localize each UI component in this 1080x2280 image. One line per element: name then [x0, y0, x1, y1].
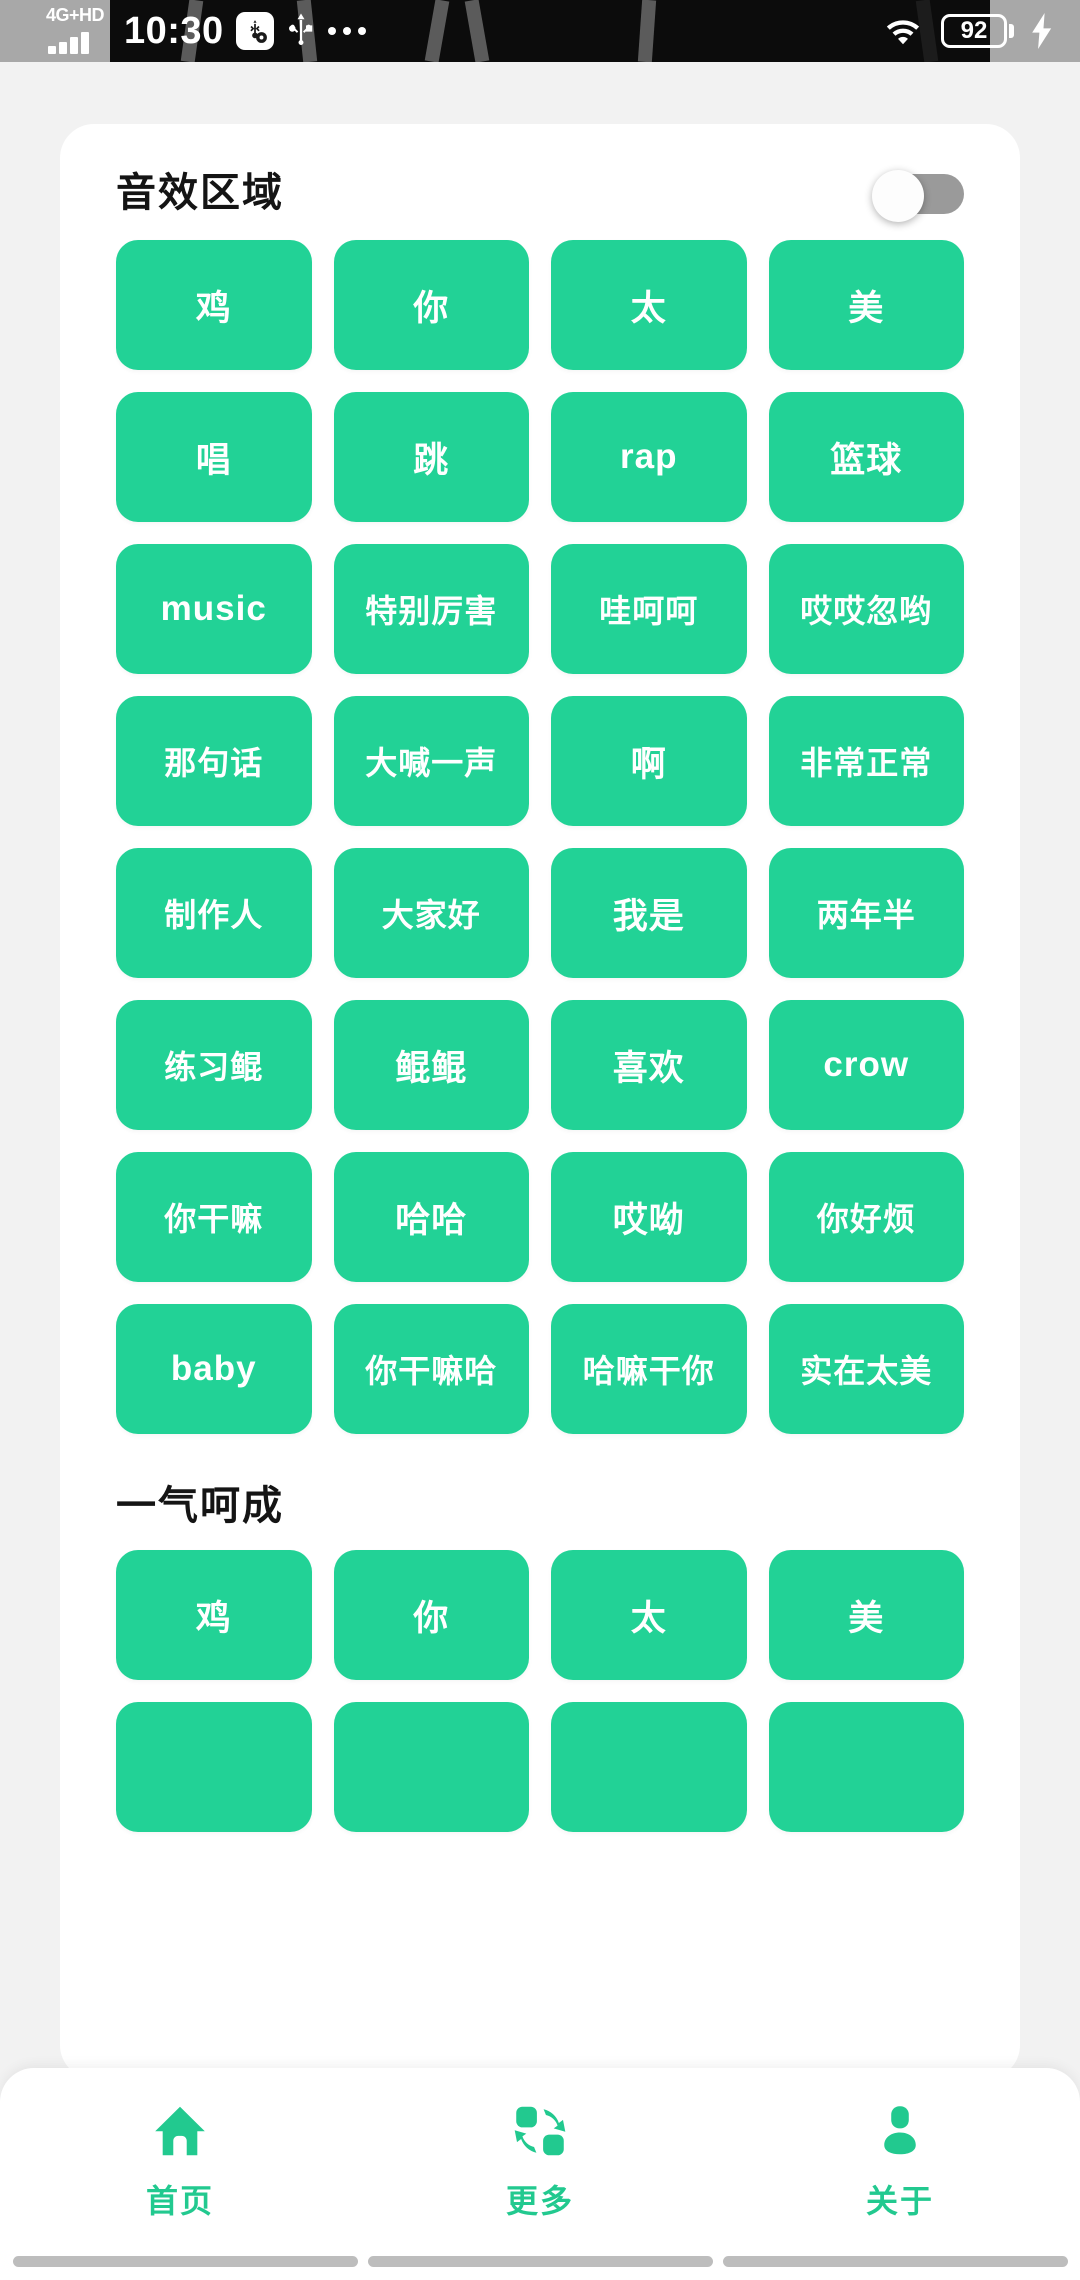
sfx-button[interactable]: 那句话 — [116, 696, 312, 826]
section-header-sound-area: 音效区域 — [60, 124, 1020, 222]
sfx-button[interactable]: 美 — [768, 240, 964, 370]
battery-level: 92 — [960, 17, 988, 44]
sfx-button[interactable]: 太 — [551, 1550, 747, 1680]
sfx-button[interactable]: 你好烦 — [768, 1152, 964, 1282]
sfx-button[interactable] — [116, 1702, 312, 1832]
sfx-button[interactable]: 大家好 — [333, 848, 529, 978]
signal-bars-icon — [48, 32, 89, 54]
sfx-button[interactable]: 美 — [768, 1550, 964, 1680]
sound-button-grid: 鸡 你 太 美 唱 跳 rap 篮球 music 特别厉害 哇呵呵 哎哎忽哟 那… — [60, 216, 1020, 1434]
sfx-button[interactable]: 鲲鲲 — [333, 1000, 529, 1130]
sfx-button[interactable]: 喜欢 — [551, 1000, 747, 1130]
sfx-button[interactable] — [551, 1702, 747, 1832]
nav-label: 首页 — [145, 2183, 214, 2219]
home-icon — [155, 2106, 205, 2156]
sfx-button[interactable]: 你 — [333, 1550, 529, 1680]
sfx-button[interactable]: 特别厉害 — [333, 544, 529, 674]
sfx-button[interactable] — [768, 1702, 964, 1832]
person-icon — [884, 2106, 916, 2155]
nav-item-home[interactable]: 首页 — [80, 2100, 280, 2222]
one-breath-button-grid: 鸡 你 太 美 — [60, 1526, 1020, 1832]
sfx-button[interactable]: music — [116, 544, 312, 674]
sfx-button[interactable]: crow — [768, 1000, 964, 1130]
sound-area-toggle[interactable] — [872, 170, 964, 222]
sfx-button[interactable]: 跳 — [333, 392, 529, 522]
sfx-button[interactable]: 唱 — [116, 392, 312, 522]
status-bar: 4G+HD 10:30 92 — [0, 0, 1080, 62]
battery-icon: 92 — [941, 14, 1014, 48]
swap-icon — [514, 2106, 566, 2156]
charging-bolt-icon — [1032, 13, 1052, 49]
status-bar-left: 4G+HD 10:30 — [46, 4, 366, 58]
sfx-button[interactable]: 啊 — [551, 696, 747, 826]
sfx-button[interactable]: 我是 — [551, 848, 747, 978]
sfx-button[interactable]: 制作人 — [116, 848, 312, 978]
nav-item-more[interactable]: 更多 — [440, 2100, 640, 2222]
wifi-icon — [886, 20, 920, 45]
nav-label: 更多 — [505, 2183, 574, 2219]
sfx-button[interactable]: 非常正常 — [768, 696, 964, 826]
signal-icon: 4G+HD — [46, 4, 112, 58]
section-header-one-breath: 一气呵成 — [60, 1434, 1020, 1526]
sfx-button[interactable]: 你干嘛哈 — [333, 1304, 529, 1434]
overflow-dots-icon — [327, 27, 366, 35]
sfx-button[interactable]: 实在太美 — [768, 1304, 964, 1434]
network-label: 4G+HD — [46, 5, 105, 25]
bottom-navigation-bar: 首页 更多 关于 — [0, 2068, 1080, 2280]
gesture-bar-back[interactable] — [12, 2255, 358, 2267]
sfx-button[interactable]: 练习鲲 — [116, 1000, 312, 1130]
gesture-bar-recents[interactable] — [722, 2255, 1068, 2267]
phone-screen: 4G+HD 10:30 92 音效区域 鸡 你 太 美 唱 跳 rap 篮球 m… — [0, 0, 1080, 2280]
sfx-button[interactable]: baby — [116, 1304, 312, 1434]
sfx-button[interactable]: 你 — [333, 240, 529, 370]
sfx-button[interactable]: 哇呵呵 — [551, 544, 747, 674]
sfx-button[interactable]: 两年半 — [768, 848, 964, 978]
sfx-button[interactable]: 鸡 — [116, 1550, 312, 1680]
sfx-button[interactable]: 篮球 — [768, 392, 964, 522]
gesture-navigation-bar — [0, 2250, 1080, 2272]
sfx-button[interactable]: 哎呦 — [551, 1152, 747, 1282]
status-bar-right: 92 — [881, 0, 1054, 62]
sfx-button[interactable] — [333, 1702, 529, 1832]
section-title: 音效区域 — [116, 171, 284, 215]
sfx-button[interactable]: 你干嘛 — [116, 1152, 312, 1282]
sfx-button[interactable]: 鸡 — [116, 240, 312, 370]
sfx-button[interactable]: 哎哎忽哟 — [768, 544, 964, 674]
content-card: 音效区域 鸡 你 太 美 唱 跳 rap 篮球 music 特别厉害 哇呵呵 哎… — [60, 124, 1020, 2079]
sfx-button[interactable]: 太 — [551, 240, 747, 370]
section-title: 一气呵成 — [116, 1484, 284, 1528]
sfx-button[interactable]: 哈哈 — [333, 1152, 529, 1282]
toggle-knob — [872, 170, 924, 222]
usb-debug-icon — [235, 12, 274, 50]
sfx-button[interactable]: 哈嘛干你 — [551, 1304, 747, 1434]
gesture-bar-home[interactable] — [367, 2255, 713, 2267]
sfx-button[interactable]: 大喊一声 — [333, 696, 529, 826]
clock: 10:30 — [124, 9, 224, 52]
usb-icon — [288, 13, 312, 45]
sfx-button[interactable]: rap — [551, 392, 747, 522]
nav-item-about[interactable]: 关于 — [800, 2100, 1000, 2222]
nav-label: 关于 — [865, 2183, 934, 2219]
